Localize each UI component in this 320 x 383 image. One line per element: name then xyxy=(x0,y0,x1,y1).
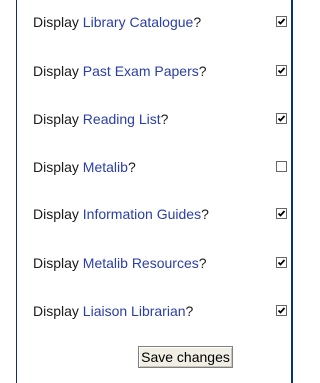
setting-name-link[interactable]: Reading List xyxy=(83,111,161,127)
metalib-checkbox[interactable] xyxy=(276,161,287,172)
setting-row-metalib-resources: Display Metalib Resources? xyxy=(33,253,287,273)
label-suffix: ? xyxy=(185,303,194,319)
label-prefix: Display xyxy=(33,14,83,30)
library-catalogue-checkbox[interactable] xyxy=(276,16,287,27)
setting-row-information-guides: Display Information Guides? xyxy=(33,204,287,224)
setting-row-metalib: Display Metalib? xyxy=(33,157,287,177)
label-suffix: ? xyxy=(193,14,202,30)
past-exam-papers-checkbox[interactable] xyxy=(276,65,287,76)
label-suffix: ? xyxy=(127,159,136,175)
checkmark-icon xyxy=(277,67,286,74)
checkmark-icon xyxy=(277,307,286,314)
checkmark-icon xyxy=(277,18,286,25)
settings-panel: Display Library Catalogue? Display Past … xyxy=(16,0,293,383)
label-prefix: Display xyxy=(33,255,83,271)
liaison-librarian-checkbox[interactable] xyxy=(276,305,287,316)
reading-list-checkbox[interactable] xyxy=(276,113,287,124)
setting-label: Display Past Exam Papers? xyxy=(33,61,207,81)
setting-row-library-catalogue: Display Library Catalogue? xyxy=(33,12,287,32)
setting-label: Display Liaison Librarian? xyxy=(33,301,193,321)
checkmark-icon xyxy=(277,210,286,217)
setting-label: Display Metalib? xyxy=(33,157,136,177)
metalib-resources-checkbox[interactable] xyxy=(276,257,287,268)
setting-name-link[interactable]: Metalib xyxy=(83,159,128,175)
label-suffix: ? xyxy=(198,255,207,271)
label-prefix: Display xyxy=(33,63,83,79)
setting-name-link[interactable]: Liaison Librarian xyxy=(83,303,186,319)
setting-name-link[interactable]: Past Exam Papers xyxy=(83,63,199,79)
setting-label: Display Reading List? xyxy=(33,109,168,129)
label-prefix: Display xyxy=(33,159,83,175)
save-changes-button[interactable]: Save changes xyxy=(138,346,233,368)
setting-name-link[interactable]: Library Catalogue xyxy=(83,14,194,30)
label-prefix: Display xyxy=(33,206,83,222)
setting-name-link[interactable]: Metalib Resources xyxy=(83,255,199,271)
information-guides-checkbox[interactable] xyxy=(276,208,287,219)
label-suffix: ? xyxy=(201,206,209,222)
setting-label: Display Information Guides? xyxy=(33,204,209,224)
checkmark-icon xyxy=(277,259,286,266)
label-suffix: ? xyxy=(160,111,169,127)
label-prefix: Display xyxy=(33,111,83,127)
setting-row-reading-list: Display Reading List? xyxy=(33,109,287,129)
label-prefix: Display xyxy=(33,303,83,319)
label-suffix: ? xyxy=(198,63,207,79)
setting-row-liaison-librarian: Display Liaison Librarian? xyxy=(33,301,287,321)
checkmark-icon xyxy=(277,115,286,122)
setting-name-link[interactable]: Information Guides xyxy=(83,206,201,222)
setting-label: Display Library Catalogue? xyxy=(33,12,201,32)
setting-row-past-exam-papers: Display Past Exam Papers? xyxy=(33,61,287,81)
setting-label: Display Metalib Resources? xyxy=(33,253,207,273)
